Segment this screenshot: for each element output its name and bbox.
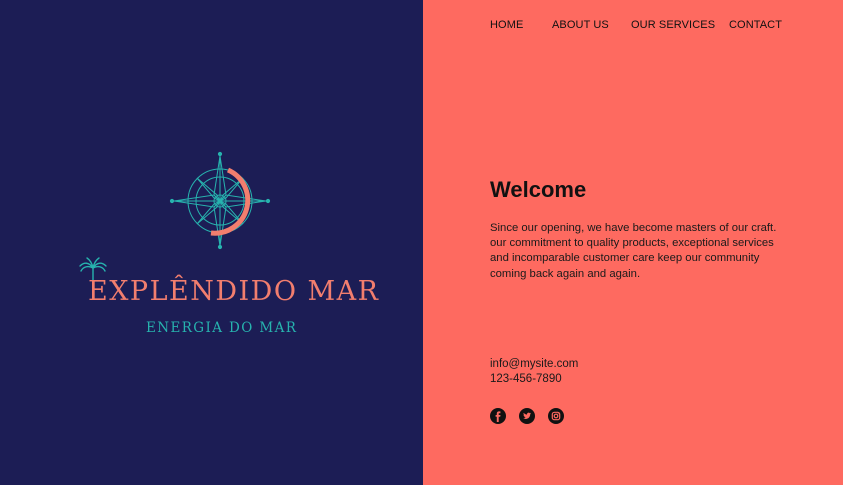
brand-name: EXPLÊNDIDO MAR bbox=[88, 276, 380, 307]
welcome-text-line: our commitment to quality products, exce… bbox=[490, 237, 774, 250]
twitter-icon[interactable] bbox=[519, 408, 535, 424]
contact-phone: 123-456-7890 bbox=[490, 373, 562, 385]
facebook-icon[interactable] bbox=[490, 408, 506, 424]
welcome-text-line: and incomparable customer care keep our … bbox=[490, 252, 760, 265]
nav-contact[interactable]: CONTACT bbox=[729, 19, 782, 31]
nav-our-services[interactable]: OUR SERVICES bbox=[631, 19, 715, 31]
welcome-text-line: coming back again and again. bbox=[490, 267, 641, 280]
welcome-text: Since our opening, we have become master… bbox=[490, 221, 790, 282]
nav-home[interactable]: HOME bbox=[490, 19, 523, 31]
welcome-text-line: Since our opening, we have become master… bbox=[490, 222, 777, 234]
contact-email[interactable]: info@mysite.com bbox=[490, 358, 578, 370]
instagram-icon[interactable] bbox=[548, 408, 564, 424]
main-nav: HOME ABOUT US OUR SERVICES CONTACT bbox=[0, 19, 843, 35]
compass-icon bbox=[169, 151, 271, 250]
nav-about-us[interactable]: ABOUT US bbox=[552, 19, 609, 31]
brand-tagline: ENERGIA DO MAR bbox=[146, 320, 298, 336]
welcome-title: Welcome bbox=[490, 177, 587, 202]
